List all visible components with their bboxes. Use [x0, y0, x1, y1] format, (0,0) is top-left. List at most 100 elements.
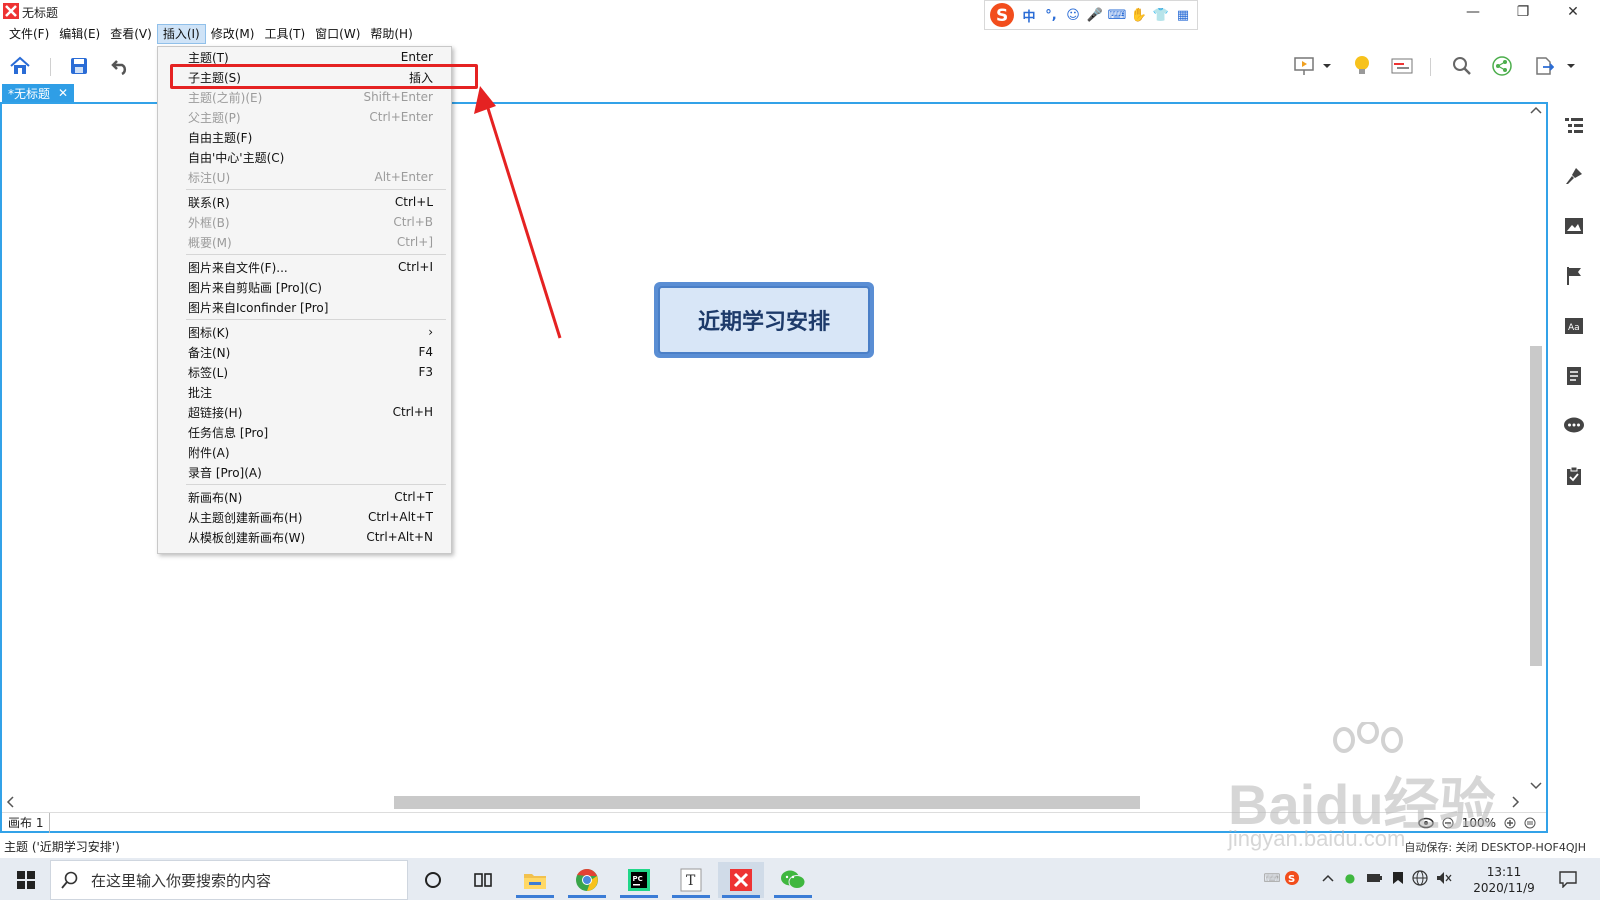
menu-item-relationship[interactable]: 联系(R) Ctrl+L [158, 192, 451, 212]
outline-icon[interactable] [1562, 114, 1586, 138]
share-icon[interactable] [1490, 54, 1514, 78]
menu-window[interactable]: 窗口(W) [310, 24, 365, 44]
export-icon[interactable] [1532, 54, 1556, 78]
menu-item-floating-topic[interactable]: 自由主题(F) [158, 127, 451, 147]
cortana-icon[interactable] [410, 862, 456, 898]
presentation-icon[interactable] [1292, 54, 1316, 78]
image-icon[interactable] [1562, 214, 1586, 238]
taskbar-clock[interactable]: 13:11 2020/11/9 [1470, 864, 1538, 896]
menu-item-image-from-clipart[interactable]: 图片来自剪贴画 [Pro](C) [158, 277, 451, 297]
menu-item-notes[interactable]: 备注(N) F4 [158, 342, 451, 362]
chrome-icon[interactable] [564, 862, 610, 898]
annotation-arrow-icon [474, 86, 562, 339]
scroll-up-icon[interactable] [1530, 106, 1542, 114]
menu-item-hyperlink[interactable]: 超链接(H) Ctrl+H [158, 402, 451, 422]
chevron-down-icon[interactable] [1564, 54, 1578, 78]
search-icon [61, 871, 78, 889]
ime-item[interactable]: 中 [1021, 7, 1037, 25]
svg-text:S: S [1288, 874, 1295, 885]
horizontal-scrollbar-thumb[interactable] [394, 796, 1140, 809]
ime-item[interactable]: ✋ [1131, 7, 1147, 23]
home-icon[interactable] [8, 54, 32, 78]
battery-icon[interactable] [1366, 870, 1382, 886]
vertical-scrollbar[interactable] [1526, 104, 1544, 792]
wechat-icon[interactable] [770, 862, 816, 898]
typora-icon[interactable]: T [668, 862, 714, 898]
menu-item-summary[interactable]: 概要(M) Ctrl+] [158, 232, 451, 252]
ime-item[interactable]: 👕 [1153, 7, 1169, 23]
close-button[interactable]: ✕ [1550, 0, 1596, 24]
taskbar: 在这里输入你要搜索的内容 PC T ⌨ S ● 13:11 2020/11/9 [0, 858, 1600, 900]
menu-item-audio[interactable]: 录音 [Pro](A) [158, 462, 451, 482]
menu-modify[interactable]: 修改(M) [206, 24, 260, 44]
close-icon[interactable]: ✕ [58, 86, 68, 100]
svg-text:Aa: Aa [1568, 323, 1580, 333]
right-side-panel: Aa [1556, 104, 1596, 524]
ime-item[interactable]: 🎤 [1087, 7, 1103, 23]
central-topic[interactable]: 近期学习安排 [654, 282, 874, 358]
file-explorer-icon[interactable] [512, 862, 558, 898]
scroll-left-icon[interactable] [6, 796, 14, 808]
tray-expand-icon[interactable] [1320, 870, 1336, 886]
menu-insert[interactable]: 插入(I) [156, 24, 206, 44]
notification-icon[interactable] [1558, 869, 1578, 889]
network-globe-icon[interactable] [1412, 870, 1428, 886]
sheet-tab[interactable]: 画布 1 [2, 812, 51, 833]
menu-item-image-from-file[interactable]: 图片来自文件(F)... Ctrl+I [158, 257, 451, 277]
menu-item-comment[interactable]: 批注 [158, 382, 451, 402]
taskbar-search-box[interactable]: 在这里输入你要搜索的内容 [50, 860, 408, 900]
status-text: 主题 ('近期学习安排') [4, 839, 120, 854]
menu-item-marker[interactable]: 图标(K) › [158, 322, 451, 342]
menu-file[interactable]: 文件(F) [4, 24, 54, 44]
vertical-scrollbar-thumb[interactable] [1530, 346, 1542, 666]
comment-icon[interactable] [1562, 414, 1586, 438]
chevron-down-icon[interactable] [1320, 54, 1334, 78]
menu-item-boundary[interactable]: 外框(B) Ctrl+B [158, 212, 451, 232]
style-icon[interactable]: Aa [1562, 314, 1586, 338]
xmind-icon[interactable] [718, 862, 764, 898]
notes-icon[interactable] [1562, 364, 1586, 388]
clock-time: 13:11 [1486, 865, 1522, 879]
search-icon[interactable] [1450, 54, 1474, 78]
menu-bar: 文件(F) 编辑(E) 查看(V) 插入(I) 修改(M) 工具(T) 窗口(W… [0, 24, 1600, 44]
svg-text:S: S [996, 6, 1008, 26]
menu-item-floating-central-topic[interactable]: 自由'中心'主题(C) [158, 147, 451, 167]
document-tab[interactable]: *无标题 ✕ [2, 84, 75, 102]
windows-start-icon[interactable] [6, 864, 46, 896]
maximize-button[interactable]: ❐ [1500, 0, 1546, 24]
tray-sogou-icon[interactable]: S [1284, 870, 1300, 886]
menu-item-image-from-iconfinder[interactable]: 图片来自Iconfinder [Pro] [158, 297, 451, 317]
tray-ime-icon[interactable]: ⌨ [1263, 870, 1280, 886]
menu-item-callout[interactable]: 标注(U) Alt+Enter [158, 167, 451, 187]
menu-item-attachment[interactable]: 附件(A) [158, 442, 451, 462]
menu-item-label[interactable]: 标签(L) F3 [158, 362, 451, 382]
menu-edit[interactable]: 编辑(E) [54, 24, 105, 44]
menu-item-task-info[interactable]: 任务信息 [Pro] [158, 422, 451, 442]
menu-item-parent-topic[interactable]: 父主题(P) Ctrl+Enter [158, 107, 451, 127]
tray-wechat-icon[interactable]: ● [1342, 870, 1358, 886]
menu-item-new-sheet-from-topic[interactable]: 从主题创建新画布(H) Ctrl+Alt+T [158, 507, 451, 527]
ime-item[interactable]: ⌨ [1108, 7, 1127, 23]
bookmark-icon[interactable] [1390, 870, 1406, 886]
pycharm-icon[interactable]: PC [616, 862, 662, 898]
menu-item-new-sheet[interactable]: 新画布(N) Ctrl+T [158, 487, 451, 507]
menu-item-topic-before[interactable]: 主题(之前)(E) Shift+Enter [158, 87, 451, 107]
task-clipboard-icon[interactable] [1562, 464, 1586, 488]
speaker-muted-icon[interactable] [1436, 870, 1452, 886]
save-icon[interactable] [67, 54, 91, 78]
ime-item[interactable]: °, [1043, 7, 1059, 23]
menu-view[interactable]: 查看(V) [105, 24, 157, 44]
gantt-icon[interactable] [1390, 54, 1414, 78]
menu-tools[interactable]: 工具(T) [259, 24, 310, 44]
menu-item-new-sheet-from-template[interactable]: 从模板创建新画布(W) Ctrl+Alt+N [158, 527, 451, 547]
chevron-right-icon: › [428, 325, 433, 339]
format-brush-icon[interactable] [1562, 164, 1586, 188]
task-view-icon[interactable] [460, 862, 506, 898]
flag-icon[interactable] [1562, 264, 1586, 288]
lightbulb-icon[interactable] [1350, 54, 1374, 78]
undo-icon[interactable] [108, 54, 132, 78]
menu-help[interactable]: 帮助(H) [365, 24, 417, 44]
ime-item[interactable]: ☺ [1065, 7, 1081, 23]
ime-item[interactable]: ▦ [1175, 7, 1191, 23]
minimize-button[interactable]: — [1450, 0, 1496, 24]
